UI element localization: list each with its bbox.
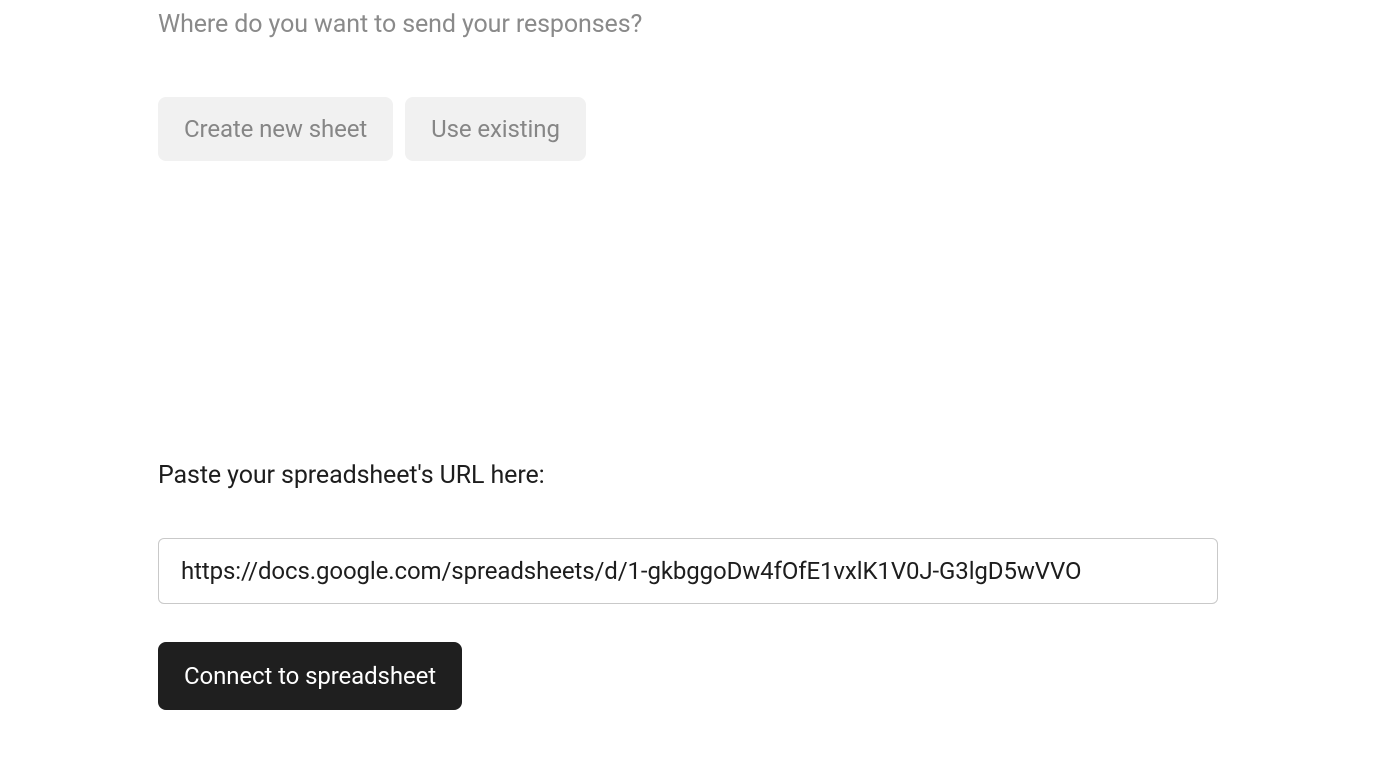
spreadsheet-connect-panel: Where do you want to send your responses… (158, 10, 1218, 710)
use-existing-button[interactable]: Use existing (405, 97, 586, 161)
destination-prompt: Where do you want to send your responses… (158, 10, 1218, 39)
connect-to-spreadsheet-button[interactable]: Connect to spreadsheet (158, 642, 462, 710)
spreadsheet-url-label: Paste your spreadsheet's URL here: (158, 461, 1218, 490)
destination-options: Create new sheet Use existing (158, 97, 1218, 161)
create-new-sheet-button[interactable]: Create new sheet (158, 97, 393, 161)
spreadsheet-url-input[interactable] (158, 538, 1218, 604)
